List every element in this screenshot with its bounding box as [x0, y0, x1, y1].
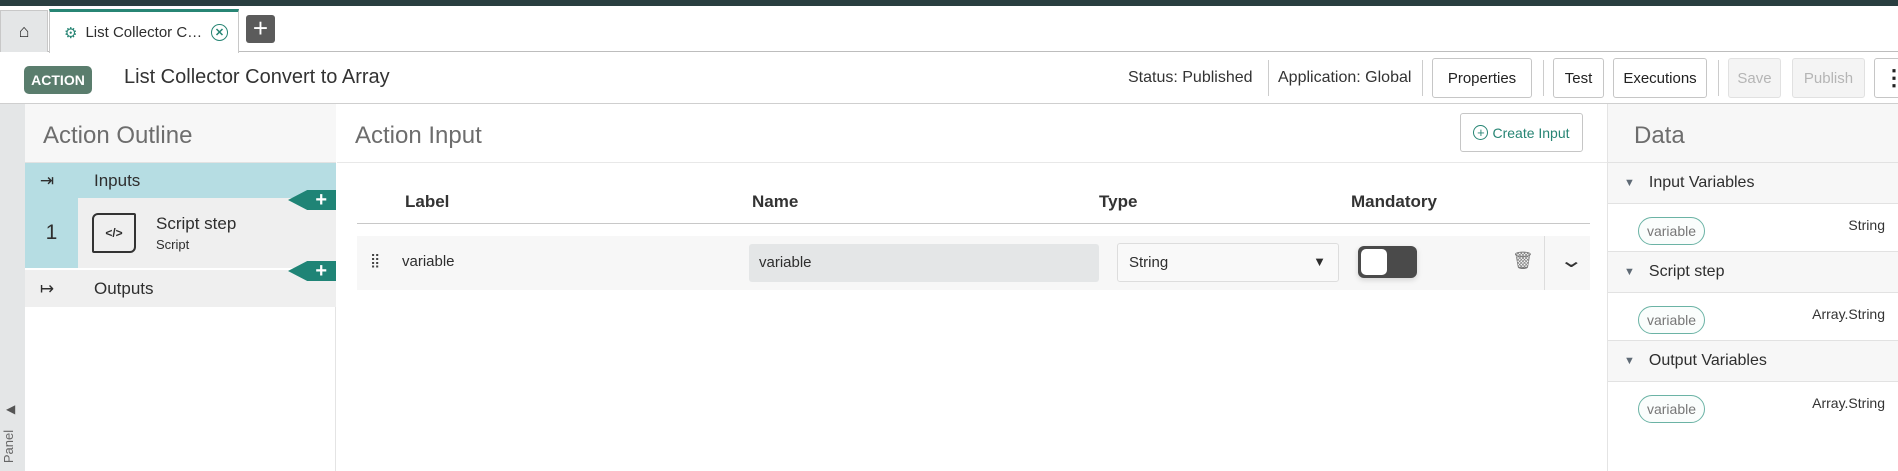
type-select[interactable]: String ▼	[1117, 243, 1339, 282]
more-options-button[interactable]: ⋮	[1874, 58, 1898, 98]
output-arrow-icon: ↦	[39, 278, 55, 298]
trash-icon[interactable]: 🗑	[1512, 251, 1534, 271]
action-badge: ACTION	[24, 66, 92, 94]
plus-circle-icon: +	[1473, 125, 1489, 140]
gears-icon: ⚙	[64, 24, 78, 42]
column-type: Type	[1099, 192, 1138, 211]
data-panel: Data ▼ Input Variables variable String ▼ Sc…	[1607, 104, 1898, 471]
panel-toggle-strip[interactable]: ◀ Panel	[0, 104, 25, 471]
drag-handle-icon[interactable]: ⣿	[370, 252, 380, 269]
divider	[1422, 60, 1423, 96]
application-text: Application: Global	[1278, 69, 1412, 86]
divider	[1268, 60, 1269, 96]
data-section-input-variables[interactable]: ▼ Input Variables	[1608, 162, 1898, 204]
variable-pill[interactable]: variable	[1638, 217, 1705, 245]
data-title: Data	[1608, 104, 1898, 163]
new-tab-button[interactable]: +	[246, 15, 275, 43]
tab-label: List Collector C…	[85, 24, 203, 41]
page-title: List Collector Convert to Array	[124, 66, 390, 88]
step-title: Script step	[156, 214, 237, 233]
panel-label: Panel	[1, 429, 17, 464]
input-arrow-icon: ⇥	[39, 170, 55, 190]
mandatory-toggle[interactable]	[1358, 246, 1417, 278]
data-section-script-step[interactable]: ▼ Script step	[1608, 251, 1898, 293]
section-title: Input Variables	[1648, 174, 1755, 191]
column-label: Label	[405, 192, 450, 211]
column-name: Name	[752, 192, 799, 211]
table-row: ⣿ variable variable String ▼ 🗑 ⌄	[357, 236, 1590, 290]
outline-step-script[interactable]: 1 </> Script step Script	[25, 198, 336, 270]
tab-action[interactable]: ⚙ List Collector C… ✕	[49, 9, 239, 53]
collapse-arrow-icon[interactable]: ◀	[6, 402, 15, 416]
properties-button[interactable]: Properties	[1432, 58, 1532, 98]
home-icon: ⌂	[18, 21, 30, 41]
variable-pill[interactable]: variable	[1638, 395, 1705, 423]
tab-bar: ⌂ ⚙ List Collector C… ✕ +	[0, 6, 1898, 53]
script-icon: </>	[92, 213, 136, 253]
step-type: Script	[156, 237, 190, 252]
data-section-output-variables[interactable]: ▼ Output Variables	[1608, 340, 1898, 382]
divider	[1543, 60, 1544, 96]
divider	[1718, 60, 1719, 96]
status-text: Status: Published	[1128, 69, 1253, 86]
inputs-label: Inputs	[94, 170, 141, 190]
outline-title: Action Outline	[25, 104, 336, 163]
publish-button[interactable]: Publish	[1792, 58, 1865, 98]
test-button[interactable]: Test	[1553, 58, 1604, 98]
data-item[interactable]: variable String	[1608, 204, 1898, 251]
collapse-triangle-icon: ▼	[1624, 266, 1635, 278]
action-input-panel: Action Input + Create Input Label Name T…	[337, 104, 1607, 471]
outline-outputs[interactable]: ↦ Outputs	[25, 270, 336, 307]
action-input-title: Action Input	[355, 122, 482, 149]
name-input[interactable]: variable	[749, 244, 1099, 282]
action-header: ACTION List Collector Convert to Array S…	[0, 52, 1898, 104]
close-tab-icon[interactable]: ✕	[211, 24, 228, 41]
data-item[interactable]: variable Array.String	[1608, 293, 1898, 340]
section-title: Script step	[1648, 263, 1725, 280]
action-outline-panel: Action Outline ⇥ Inputs 1 </> Script ste…	[25, 104, 336, 471]
create-input-label: Create Input	[1492, 124, 1570, 141]
type-value: String	[1129, 254, 1169, 271]
step-number: 1	[25, 198, 78, 268]
variable-type: Array.String	[1812, 395, 1885, 411]
variable-type: Array.String	[1812, 306, 1885, 322]
create-input-button[interactable]: + Create Input	[1460, 113, 1583, 152]
dropdown-arrow-icon: ▼	[1313, 254, 1326, 269]
column-mandatory: Mandatory	[1351, 192, 1437, 211]
variable-pill[interactable]: variable	[1638, 306, 1705, 334]
variable-type: String	[1848, 217, 1885, 233]
collapse-triangle-icon: ▼	[1624, 355, 1635, 367]
home-tab[interactable]: ⌂	[0, 10, 48, 52]
outputs-label: Outputs	[94, 278, 154, 298]
data-item[interactable]: variable Array.String	[1608, 382, 1898, 429]
collapse-triangle-icon: ▼	[1624, 177, 1635, 189]
executions-button[interactable]: Executions	[1613, 58, 1707, 98]
outline-inputs[interactable]: ⇥ Inputs	[25, 163, 336, 198]
row-label: variable	[402, 253, 455, 270]
section-title: Output Variables	[1648, 352, 1767, 369]
save-button[interactable]: Save	[1728, 58, 1781, 98]
chevron-down-icon[interactable]: ⌄	[1559, 248, 1584, 273]
